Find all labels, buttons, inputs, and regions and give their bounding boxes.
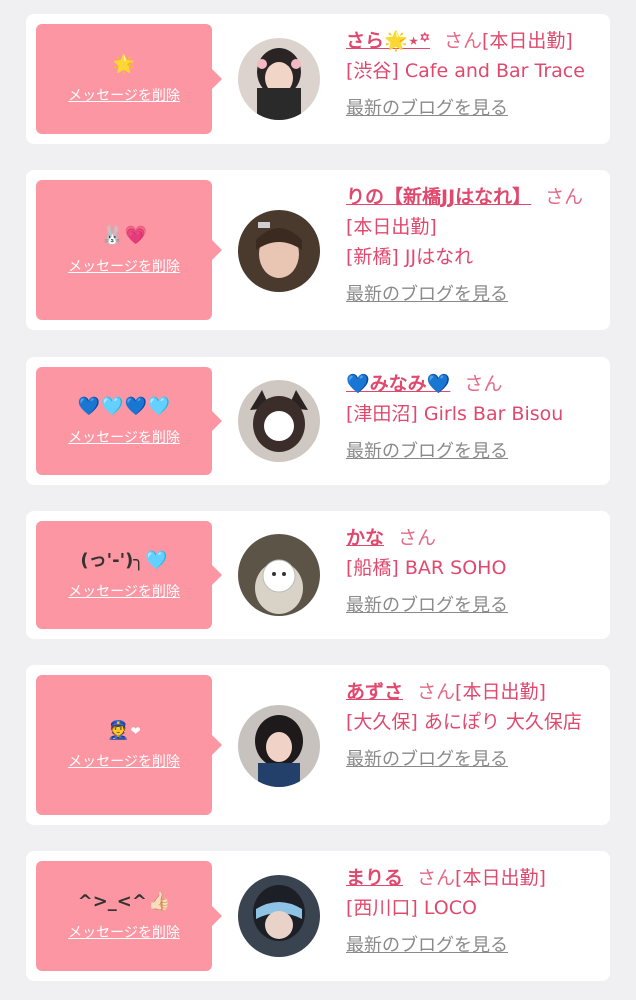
message-card: (っ'-')╮ 🩵 メッセージを削除 かな さん [船橋] BAR SOHO 最新…: [26, 511, 610, 639]
avatar[interactable]: [238, 875, 320, 957]
message-card: 🐰 💗 メッセージを削除 りの【新橋JJはなれ】 さん [本日出勤] [新橋] JJ…: [26, 170, 610, 330]
delete-message-link[interactable]: メッセージを削除: [68, 256, 180, 276]
honorific: さん: [545, 186, 584, 208]
shop-name: JJはなれ: [404, 246, 474, 268]
message-card: 👮 ❤ メッセージを削除 あずさ さん[本日出勤] [大久保] あにぽり 大久保店…: [26, 665, 610, 825]
message-bubble: 🌟 メッセージを削除: [36, 24, 222, 134]
latest-blog-link[interactable]: 最新のブログを見る: [346, 745, 508, 771]
message-bubble: ^>_<^ 👍🏻 メッセージを削除: [36, 861, 222, 971]
avatar[interactable]: [238, 38, 320, 120]
cast-name-link[interactable]: まりる: [346, 867, 403, 889]
shop-area: [船橋]: [346, 557, 399, 579]
status-badge: [本日出勤]: [455, 867, 546, 889]
cast-name-link[interactable]: かな: [346, 527, 384, 549]
message-bubble: 👮 ❤ メッセージを削除: [36, 675, 222, 815]
message-card: 💙 🩵 💙 🩵 メッセージを削除 💙みなみ💙 さん [津田沼] Girls Bar…: [26, 357, 610, 485]
honorific: さん: [417, 867, 456, 889]
shop-area: [大久保]: [346, 711, 418, 733]
delete-message-link[interactable]: メッセージを削除: [68, 85, 180, 105]
cast-name-link[interactable]: りの【新橋JJはなれ】: [346, 186, 531, 208]
cast-name-link[interactable]: さら🌟⋆꙳: [346, 30, 430, 52]
light-blue-heart-icon: 🩵: [147, 396, 171, 417]
message-bubble: 💙 🩵 💙 🩵 メッセージを削除: [36, 367, 222, 475]
heart-icon: 💗: [124, 225, 147, 246]
shop-name: あにぽり 大久保店: [423, 711, 582, 733]
status-badge: [本日出勤]: [346, 216, 437, 238]
avatar[interactable]: [238, 705, 320, 787]
delete-message-link[interactable]: メッセージを削除: [68, 922, 180, 942]
message-text: (っ'-')╮ 🩵: [80, 549, 167, 573]
shop-name: BAR SOHO: [404, 557, 507, 579]
cast-info: まりる さん[本日出勤] [西川口] LOCO 最新のブログを見る: [346, 863, 602, 957]
latest-blog-link[interactable]: 最新のブログを見る: [346, 280, 508, 306]
message-card: 🌟 メッセージを削除 さら🌟⋆꙳ さん[本日出勤] [渋谷] Cafe and B…: [26, 14, 610, 144]
kaomoji-text: (っ'-')╮: [80, 550, 145, 571]
cast-info: りの【新橋JJはなれ】 さん [本日出勤] [新橋] JJはなれ 最新のブログを見る: [346, 182, 602, 306]
delete-message-link[interactable]: メッセージを削除: [68, 751, 180, 771]
name-line: かな さん: [346, 523, 602, 553]
cast-info: さら🌟⋆꙳ さん[本日出勤] [渋谷] Cafe and Bar Trace 最新…: [346, 26, 602, 120]
shop-name: Cafe and Bar Trace: [404, 60, 585, 82]
message-text: 👮 ❤: [107, 719, 140, 743]
honorific: さん: [398, 527, 437, 549]
name-line: さら🌟⋆꙳ さん[本日出勤]: [346, 26, 602, 56]
light-blue-heart-icon: 🩵: [145, 550, 168, 571]
message-bubble: 🐰 💗 メッセージを削除: [36, 180, 222, 320]
name-line: あずさ さん[本日出勤]: [346, 677, 602, 707]
police-officer-icon: 👮: [107, 720, 130, 741]
shop-name: Girls Bar Bisou: [423, 403, 564, 425]
shop-info: [大久保] あにぽり 大久保店: [346, 707, 602, 737]
latest-blog-link[interactable]: 最新のブログを見る: [346, 931, 508, 957]
message-bubble: (っ'-')╮ 🩵 メッセージを削除: [36, 521, 222, 629]
blue-heart-icon: 💙: [124, 396, 147, 417]
message-card: ^>_<^ 👍🏻 メッセージを削除 まりる さん[本日出勤] [西川口] LOCO…: [26, 851, 610, 981]
latest-blog-link[interactable]: 最新のブログを見る: [346, 94, 508, 120]
latest-blog-link[interactable]: 最新のブログを見る: [346, 591, 508, 617]
shop-info: [西川口] LOCO: [346, 893, 602, 923]
blue-heart-icon: 💙: [77, 396, 101, 417]
honorific: さん: [417, 681, 456, 703]
shop-info: [新橋] JJはなれ: [346, 242, 602, 272]
shop-area: [西川口]: [346, 897, 418, 919]
latest-blog-link[interactable]: 最新のブログを見る: [346, 437, 508, 463]
delete-message-link[interactable]: メッセージを削除: [68, 427, 180, 447]
cast-info: かな さん [船橋] BAR SOHO 最新のブログを見る: [346, 523, 602, 617]
avatar[interactable]: [238, 380, 320, 462]
name-line: りの【新橋JJはなれ】 さん [本日出勤]: [346, 182, 602, 242]
shop-area: [新橋]: [346, 246, 399, 268]
shop-info: [津田沼] Girls Bar Bisou: [346, 399, 602, 429]
rabbit-icon: 🐰: [101, 225, 124, 246]
cast-info: 💙みなみ💙 さん [津田沼] Girls Bar Bisou 最新のブログを見る: [346, 369, 602, 463]
light-blue-heart-icon: 🩵: [101, 396, 124, 417]
message-text: 💙 🩵 💙 🩵: [78, 395, 171, 419]
shop-name: LOCO: [423, 897, 477, 919]
cast-name-link[interactable]: 💙みなみ💙: [346, 373, 450, 395]
kaomoji-text: ^>_<^: [77, 891, 147, 912]
avatar[interactable]: [238, 534, 320, 616]
heart-icon: ❤: [130, 724, 141, 738]
delete-message-link[interactable]: メッセージを削除: [68, 581, 180, 601]
avatar[interactable]: [238, 210, 320, 292]
honorific: さん: [443, 30, 482, 52]
message-text: 🌟: [113, 53, 135, 77]
shop-area: [渋谷]: [346, 60, 399, 82]
name-line: 💙みなみ💙 さん: [346, 369, 602, 399]
cast-name-link[interactable]: あずさ: [346, 681, 403, 703]
shop-info: [船橋] BAR SOHO: [346, 553, 602, 583]
cast-info: あずさ さん[本日出勤] [大久保] あにぽり 大久保店 最新のブログを見る: [346, 677, 602, 771]
glowing-star-icon: 🌟: [112, 54, 136, 75]
name-line: まりる さん[本日出勤]: [346, 863, 602, 893]
status-badge: [本日出勤]: [455, 681, 546, 703]
status-badge: [本日出勤]: [481, 30, 573, 52]
message-text: ^>_<^ 👍🏻: [78, 890, 171, 914]
thumbs-up-icon: 👍🏻: [147, 891, 171, 912]
honorific: さん: [464, 373, 503, 395]
shop-area: [津田沼]: [346, 403, 418, 425]
shop-info: [渋谷] Cafe and Bar Trace: [346, 56, 602, 86]
message-text: 🐰 💗: [101, 224, 147, 248]
